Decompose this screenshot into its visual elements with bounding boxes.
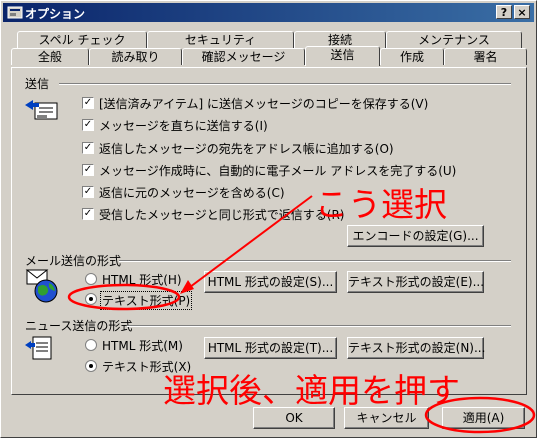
close-button[interactable]: × — [514, 5, 530, 19]
news-icon — [25, 336, 52, 360]
news-format-section-title: ニュース送信の形式 — [25, 319, 133, 333]
title-bar: オプション ? × — [3, 3, 534, 22]
annotation-choose: こう選択 — [315, 185, 447, 224]
app-icon — [7, 6, 23, 19]
help-button[interactable]: ? — [496, 5, 512, 19]
include-original-checkbox[interactable]: ✓ — [82, 186, 94, 198]
mail-format-section-title: メール送信の形式 — [25, 254, 122, 268]
tab-general[interactable]: 全般 — [11, 48, 89, 65]
mail-format-divider — [119, 260, 511, 262]
add-to-address-book-checkbox[interactable]: ✓ — [82, 142, 94, 154]
send-section-title: 送信 — [25, 77, 50, 91]
news-text-settings-button[interactable]: テキスト形式の設定(N)... — [347, 337, 485, 359]
news-html-label: HTML 形式(M) — [102, 339, 183, 353]
reply-same-format-label: 受信したメッセージと同じ形式で返信する(R) — [99, 208, 345, 222]
tab-security[interactable]: セキュリティ — [147, 31, 294, 48]
news-html-radio[interactable] — [85, 339, 97, 351]
save-sent-checkbox[interactable]: ✓ — [82, 97, 94, 109]
mail-html-radio[interactable] — [85, 273, 97, 285]
tab-receipts[interactable]: 確認メッセージ — [182, 48, 305, 65]
mail-html-label: HTML 形式(H) — [102, 273, 182, 287]
save-sent-label: [送信済みアイテム] に送信メッセージのコピーを保存する(V) — [99, 97, 429, 111]
reply-same-format-checkbox[interactable]: ✓ — [82, 208, 94, 220]
news-html-settings-button[interactable]: HTML 形式の設定(T)... — [204, 337, 337, 359]
tab-signature[interactable]: 署名 — [444, 48, 527, 65]
tab-compose[interactable]: 作成 — [380, 48, 444, 65]
tab-read[interactable]: 読み取り — [89, 48, 182, 65]
annotation-apply-hint: 選択後、適用を押す — [163, 371, 460, 410]
mail-globe-icon — [25, 269, 58, 303]
autocomplete-checkbox[interactable]: ✓ — [82, 164, 94, 176]
send-immediately-checkbox[interactable]: ✓ — [82, 119, 94, 131]
tab-spellcheck[interactable]: スペル チェック — [17, 31, 147, 48]
tab-maintenance[interactable]: メンテナンス — [386, 31, 522, 48]
autocomplete-label: メッセージ作成時に、自動的に電子メール アドレスを完了する(U) — [99, 164, 457, 178]
encode-settings-button[interactable]: エンコードの設定(G)... — [347, 225, 484, 247]
news-format-divider — [127, 325, 511, 327]
send-mail-icon — [25, 100, 58, 120]
mail-text-radio[interactable] — [85, 293, 97, 305]
add-to-address-book-label: 返信したメッセージの宛先をアドレス帳に追加する(O) — [99, 142, 394, 156]
news-text-radio[interactable] — [85, 360, 97, 372]
window-title: オプション — [25, 7, 86, 21]
send-immediately-label: メッセージを直ちに送信する(I) — [99, 119, 268, 133]
tab-send[interactable]: 送信 — [305, 46, 380, 66]
mail-html-settings-button[interactable]: HTML 形式の設定(S)... — [204, 271, 337, 293]
mail-text-settings-button[interactable]: テキスト形式の設定(E)... — [347, 271, 484, 293]
send-section-divider — [59, 83, 511, 85]
include-original-label: 返信に元のメッセージを含める(C) — [99, 186, 285, 200]
mail-text-label: テキスト形式(P) — [100, 291, 193, 310]
